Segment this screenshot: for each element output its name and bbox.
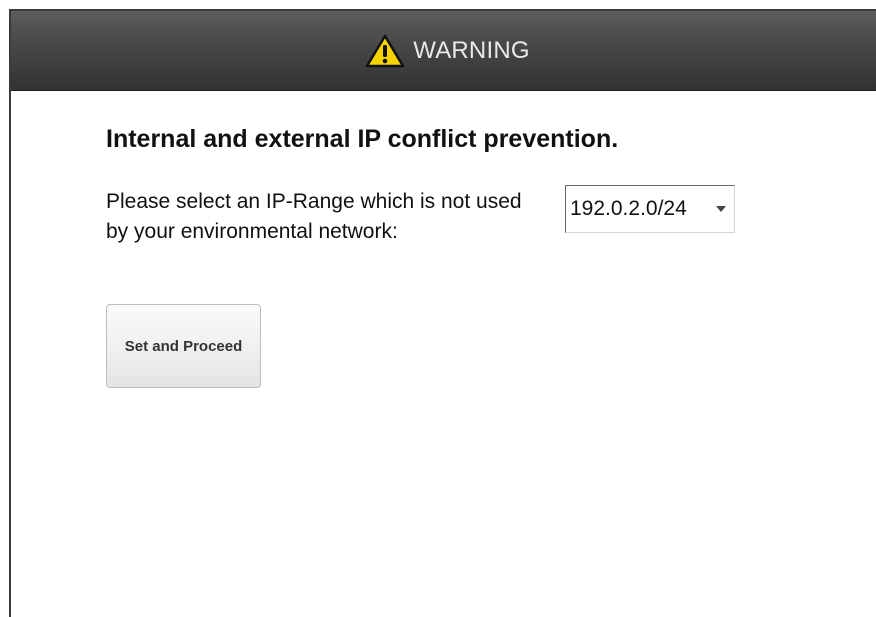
dialog-title: WARNING — [413, 36, 530, 64]
ip-range-prompt: Please select an IP-Range which is not u… — [106, 190, 522, 243]
dialog-header: WARNING — [11, 11, 876, 91]
ip-range-select[interactable]: 192.0.2.0/24 — [565, 185, 735, 233]
ip-range-selected-value: 192.0.2.0/24 — [570, 197, 687, 220]
chevron-down-icon — [716, 206, 726, 212]
warning-dialog: WARNING Internal and external IP conflic… — [9, 9, 876, 617]
dialog-content: Internal and external IP conflict preven… — [106, 125, 876, 617]
warning-triangle-icon — [365, 34, 405, 68]
set-and-proceed-button[interactable]: Set and Proceed — [106, 304, 261, 388]
set-and-proceed-label: Set and Proceed — [124, 337, 243, 355]
header-title-group: WARNING — [365, 34, 530, 68]
page-title: Internal and external IP conflict preven… — [106, 125, 619, 153]
